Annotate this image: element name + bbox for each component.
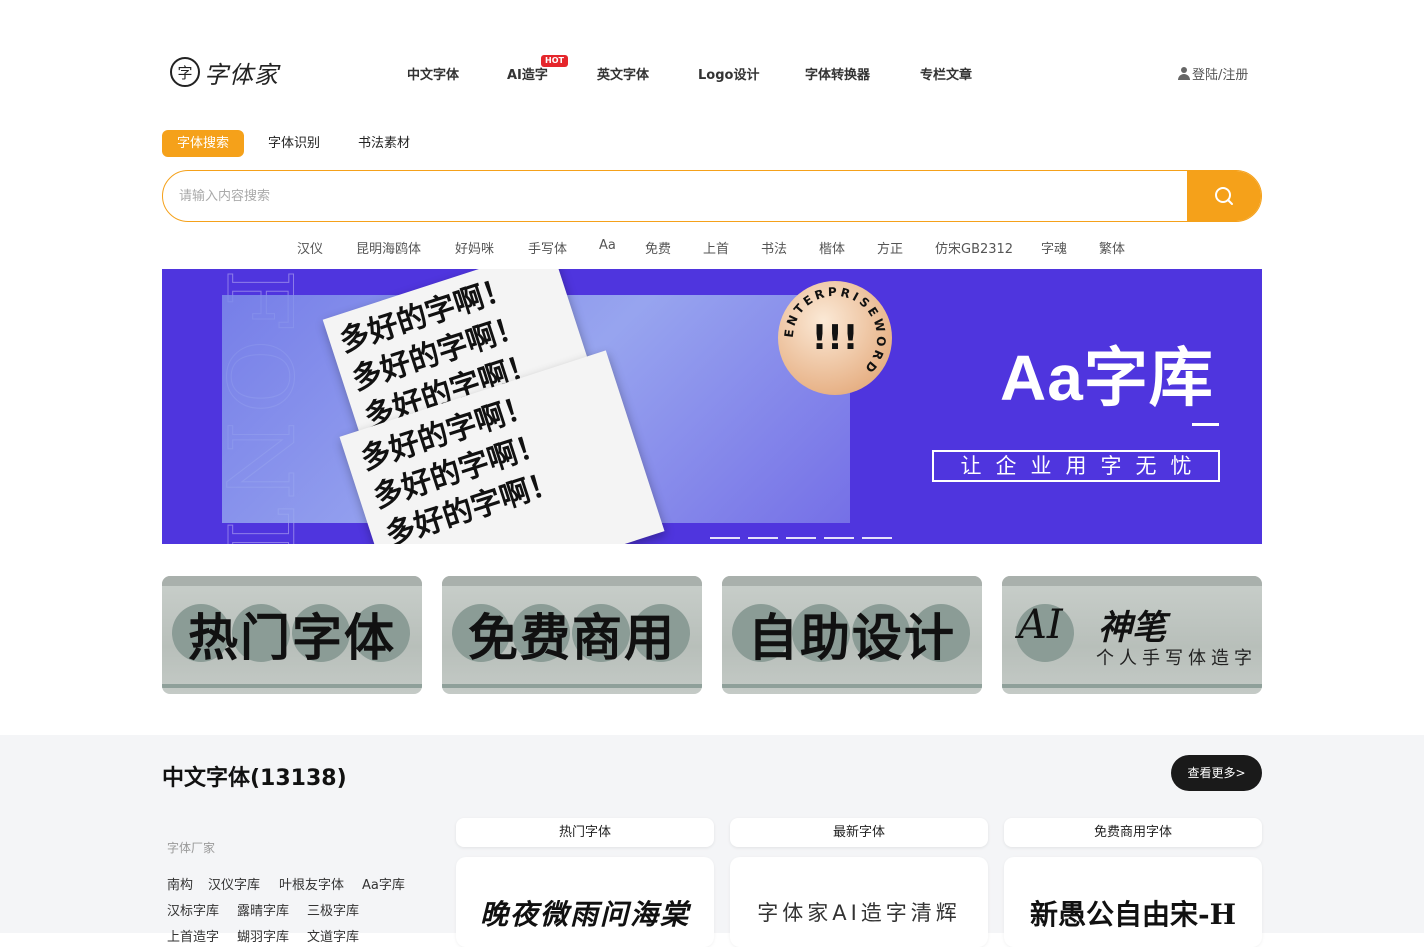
view-more-button[interactable]: 查看更多> bbox=[1171, 755, 1262, 791]
font-preview-text: 新愚公自由宋-H bbox=[1029, 898, 1237, 931]
maker-link[interactable]: Aa字库 bbox=[362, 874, 405, 893]
search-button[interactable] bbox=[1187, 171, 1261, 221]
hot-badge: HOT bbox=[541, 55, 568, 67]
maker-link[interactable]: 南构 bbox=[167, 874, 193, 893]
search-icon bbox=[1215, 187, 1233, 205]
search-input[interactable] bbox=[163, 171, 1189, 221]
tab-latest-fonts[interactable]: 最新字体 bbox=[730, 818, 988, 847]
category-ai-subtitle: 个人手写体造字 bbox=[1096, 648, 1257, 669]
font-preview-card[interactable]: 晚夜微雨问海棠 bbox=[456, 857, 714, 947]
hot-tag[interactable]: 上首 bbox=[703, 238, 729, 257]
hot-tag[interactable]: 书法 bbox=[761, 238, 787, 257]
maker-link[interactable]: 露晴字库 bbox=[237, 900, 289, 919]
nav-articles[interactable]: 专栏文章 bbox=[920, 64, 972, 83]
tab-hot-fonts[interactable]: 热门字体 bbox=[456, 818, 714, 847]
carousel-dot[interactable] bbox=[786, 537, 816, 539]
login-label: 登陆/注册 bbox=[1192, 68, 1249, 83]
hot-tag[interactable]: 仿宋GB2312 bbox=[935, 238, 1013, 257]
maker-link[interactable]: 汉仪字库 bbox=[208, 874, 260, 893]
carousel-indicators bbox=[710, 537, 892, 539]
category-free-commercial[interactable]: 免费商用 bbox=[442, 576, 702, 694]
hot-tag[interactable]: 好妈咪 bbox=[455, 238, 494, 257]
banner-title: Aa字库 bbox=[1000, 342, 1214, 414]
card-stripe bbox=[442, 576, 702, 586]
banner-subtitle: 让企业用字无忧 bbox=[932, 450, 1220, 482]
tab-font-search[interactable]: 字体搜索 bbox=[162, 130, 245, 157]
maker-link[interactable]: 汉标字库 bbox=[167, 900, 219, 919]
site-logo[interactable]: 字 字体家 bbox=[170, 52, 290, 92]
maker-link[interactable]: 上首造字 bbox=[167, 926, 219, 945]
category-hot-fonts[interactable]: 热门字体 bbox=[162, 576, 422, 694]
hot-tag[interactable]: 免费 bbox=[645, 238, 671, 257]
category-ai-title: AI bbox=[1018, 602, 1063, 648]
carousel-dot[interactable] bbox=[748, 537, 778, 539]
logo-text: 字体家 bbox=[204, 60, 279, 89]
maker-link[interactable]: 三极字库 bbox=[307, 900, 359, 919]
nav-ai-create[interactable]: AI造字 bbox=[507, 64, 548, 83]
section-title: 中文字体(13138) bbox=[162, 766, 347, 791]
category-ai-brush[interactable]: AI 神笔 个人手写体造字 bbox=[1002, 576, 1262, 694]
card-stripe bbox=[1002, 684, 1262, 688]
hot-tag[interactable]: 汉仪 bbox=[297, 238, 323, 257]
badge-ring: ENTERPRISEWORD bbox=[782, 285, 889, 378]
font-preview-card[interactable]: 新愚公自由宋-H bbox=[1004, 857, 1262, 947]
card-stripe bbox=[722, 684, 982, 688]
maker-link[interactable]: 文道字库 bbox=[307, 926, 359, 945]
search-bar bbox=[162, 170, 1262, 222]
hot-tag[interactable]: 繁体 bbox=[1099, 238, 1125, 257]
nav-chinese-fonts[interactable]: 中文字体 bbox=[407, 64, 459, 83]
font-preview-text: 字体家AI造字清辉 bbox=[757, 901, 961, 925]
font-preview-card[interactable]: 字体家AI造字清辉 bbox=[730, 857, 988, 947]
tab-font-identify[interactable]: 字体识别 bbox=[268, 130, 320, 157]
category-ai-bold: 神笔 bbox=[1098, 608, 1166, 648]
category-self-design[interactable]: 自助设计 bbox=[722, 576, 982, 694]
card-stripe bbox=[722, 576, 982, 586]
svg-text:ENTERPRISEWORD: ENTERPRISEWORD bbox=[782, 285, 889, 378]
category-label: 免费商用 bbox=[468, 608, 676, 667]
enterprise-badge: ENTERPRISEWORD !!! bbox=[778, 281, 892, 395]
hot-tag[interactable]: 楷体 bbox=[819, 238, 845, 257]
hot-tag[interactable]: Aa bbox=[599, 238, 616, 253]
tab-calligraphy[interactable]: 书法素材 bbox=[358, 130, 410, 157]
login-link[interactable]: 登陆/注册 bbox=[1178, 64, 1248, 83]
hot-tag[interactable]: 方正 bbox=[877, 238, 903, 257]
nav-logo-design[interactable]: Logo设计 bbox=[698, 64, 759, 83]
user-icon bbox=[1178, 67, 1190, 80]
carousel-dot[interactable] bbox=[710, 537, 740, 539]
category-label: 自助设计 bbox=[748, 608, 956, 667]
hot-tag[interactable]: 字魂 bbox=[1041, 238, 1067, 257]
category-label: 热门字体 bbox=[188, 608, 396, 667]
card-stripe bbox=[1002, 576, 1262, 586]
font-preview-text: 晚夜微雨问海棠 bbox=[479, 898, 690, 931]
card-stripe bbox=[442, 684, 702, 688]
carousel-dot[interactable] bbox=[824, 537, 854, 539]
hot-tag[interactable]: 昆明海鸥体 bbox=[356, 238, 421, 257]
maker-label: 字体厂家 bbox=[167, 841, 216, 855]
logo-mark-icon: 字 bbox=[170, 57, 200, 87]
card-stripe bbox=[162, 576, 422, 586]
maker-link[interactable]: 蝴羽字库 bbox=[237, 926, 289, 945]
promo-banner[interactable]: FONTS 多好的字啊！ 多好的字啊！ 多好的字啊！ 多好的字啊！ 多好的字啊！… bbox=[162, 269, 1262, 544]
maker-link[interactable]: 叶根友字体 bbox=[279, 874, 344, 893]
nav-english-fonts[interactable]: 英文字体 bbox=[597, 64, 649, 83]
hot-tag[interactable]: 手写体 bbox=[528, 238, 567, 257]
tab-free-commercial-fonts[interactable]: 免费商用字体 bbox=[1004, 818, 1262, 847]
card-stripe bbox=[162, 684, 422, 688]
banner-divider bbox=[1192, 423, 1219, 426]
nav-font-converter[interactable]: 字体转换器 bbox=[805, 64, 870, 83]
carousel-dot[interactable] bbox=[862, 537, 892, 539]
